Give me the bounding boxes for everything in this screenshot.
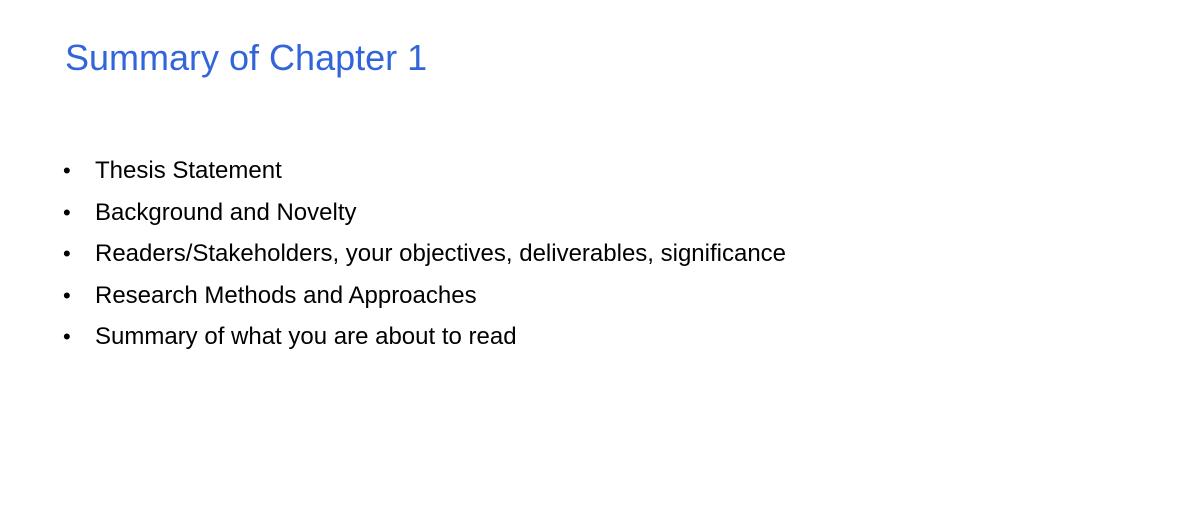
list-item-text: Thesis Statement bbox=[95, 157, 282, 184]
bullet-icon: • bbox=[63, 158, 71, 183]
list-item-text: Summary of what you are about to read bbox=[95, 323, 517, 350]
slide-title: Summary of Chapter 1 bbox=[65, 37, 428, 78]
bullet-icon: • bbox=[63, 282, 71, 308]
list-item-text: Background and Novelty bbox=[95, 198, 357, 226]
bullet-icon: • bbox=[63, 324, 71, 349]
list-item-text: Readers/Stakeholders, your objectives, d… bbox=[95, 240, 787, 267]
bullet-icon: • bbox=[63, 241, 71, 266]
bullet-icon: • bbox=[63, 199, 71, 225]
slide: Summary of Chapter 1 • Thesis Statement … bbox=[0, 0, 1182, 506]
list-item-text: Research Methods and Approaches bbox=[95, 281, 477, 309]
